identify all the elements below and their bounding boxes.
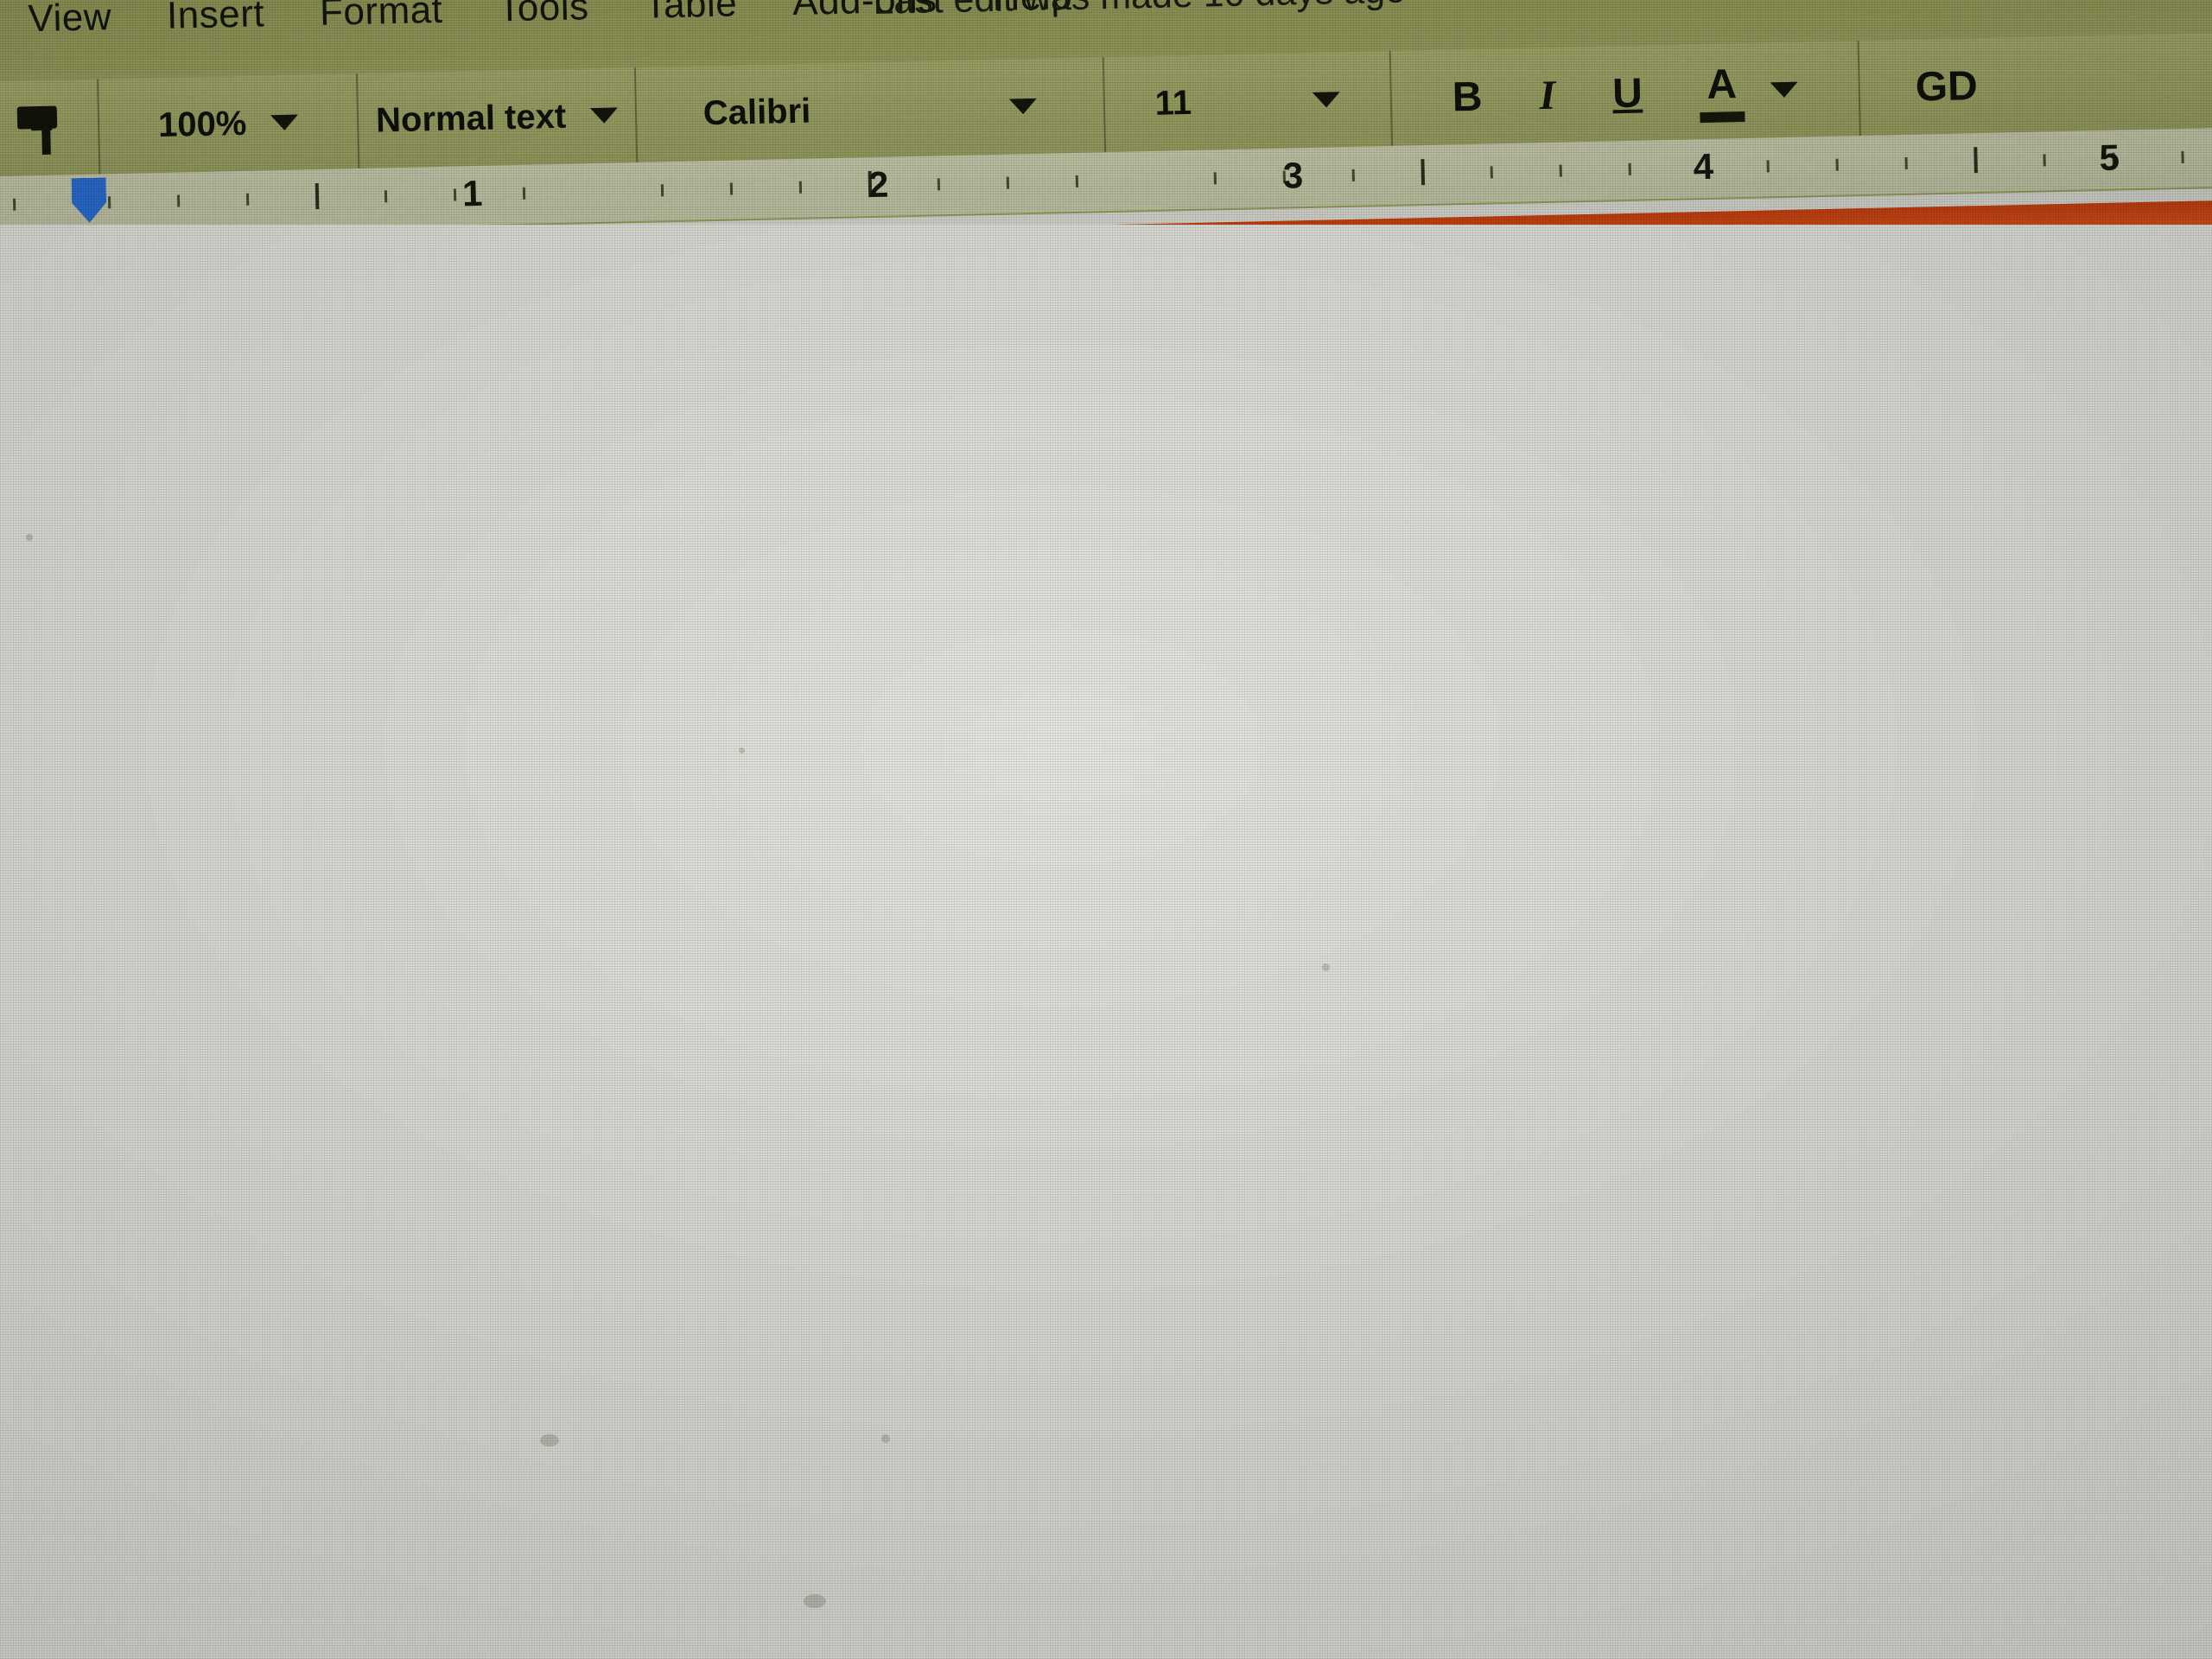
google-docs-chrome: View Insert Format Tools Table Add-ons H…	[0, 0, 2212, 238]
color-swatch	[1700, 111, 1745, 123]
menu-item-view[interactable]: View	[0, 0, 140, 41]
menu-item-table[interactable]: Table	[616, 0, 766, 28]
chevron-down-icon	[589, 107, 619, 124]
underline-button[interactable]: U	[1612, 69, 1643, 118]
italic-button[interactable]: I	[1539, 71, 1556, 118]
font-size-value: 11	[1154, 83, 1192, 123]
chevron-down-icon	[270, 114, 299, 131]
text-color-button[interactable]: A	[1699, 60, 1745, 123]
menu-item-insert[interactable]: Insert	[138, 0, 292, 38]
highlight-glyph: GD	[1915, 62, 1979, 111]
document-page-background	[0, 225, 2212, 1659]
last-edit-status[interactable]: Last edit was made 10 days ago	[873, 0, 1407, 23]
text-color-glyph: A	[1706, 60, 1738, 108]
photo-of-monitor: View Insert Format Tools Table Add-ons H…	[0, 0, 2212, 1659]
zoom-selector[interactable]: 100%	[99, 73, 360, 175]
zoom-value: 100%	[157, 104, 247, 144]
paint-format-button[interactable]	[0, 79, 101, 177]
chevron-down-icon	[1009, 98, 1038, 115]
ruler-number-3: 3	[1282, 155, 1304, 196]
ruler-number-5: 5	[2099, 137, 2120, 179]
paragraph-style-value: Normal text	[375, 97, 567, 140]
ruler-number-2: 2	[868, 163, 889, 206]
paint-roller-icon	[12, 102, 63, 155]
menu-item-tools[interactable]: Tools	[470, 0, 617, 31]
menu-item-format[interactable]: Format	[292, 0, 471, 35]
ruler-number-4: 4	[1693, 145, 1714, 188]
ruler-number-1: 1	[461, 172, 483, 214]
chevron-down-icon	[1312, 92, 1341, 108]
font-value: Calibri	[702, 92, 811, 132]
highlight-color-button[interactable]: GD	[1859, 37, 2034, 136]
bold-button[interactable]: B	[1452, 73, 1483, 121]
font-selector[interactable]: Calibri	[635, 57, 1107, 162]
font-size-selector[interactable]: 11	[1103, 50, 1394, 153]
text-format-group: B I U A	[1390, 41, 1861, 146]
paragraph-style-selector[interactable]: Normal text	[357, 67, 639, 168]
chevron-down-icon	[1770, 81, 1798, 99]
